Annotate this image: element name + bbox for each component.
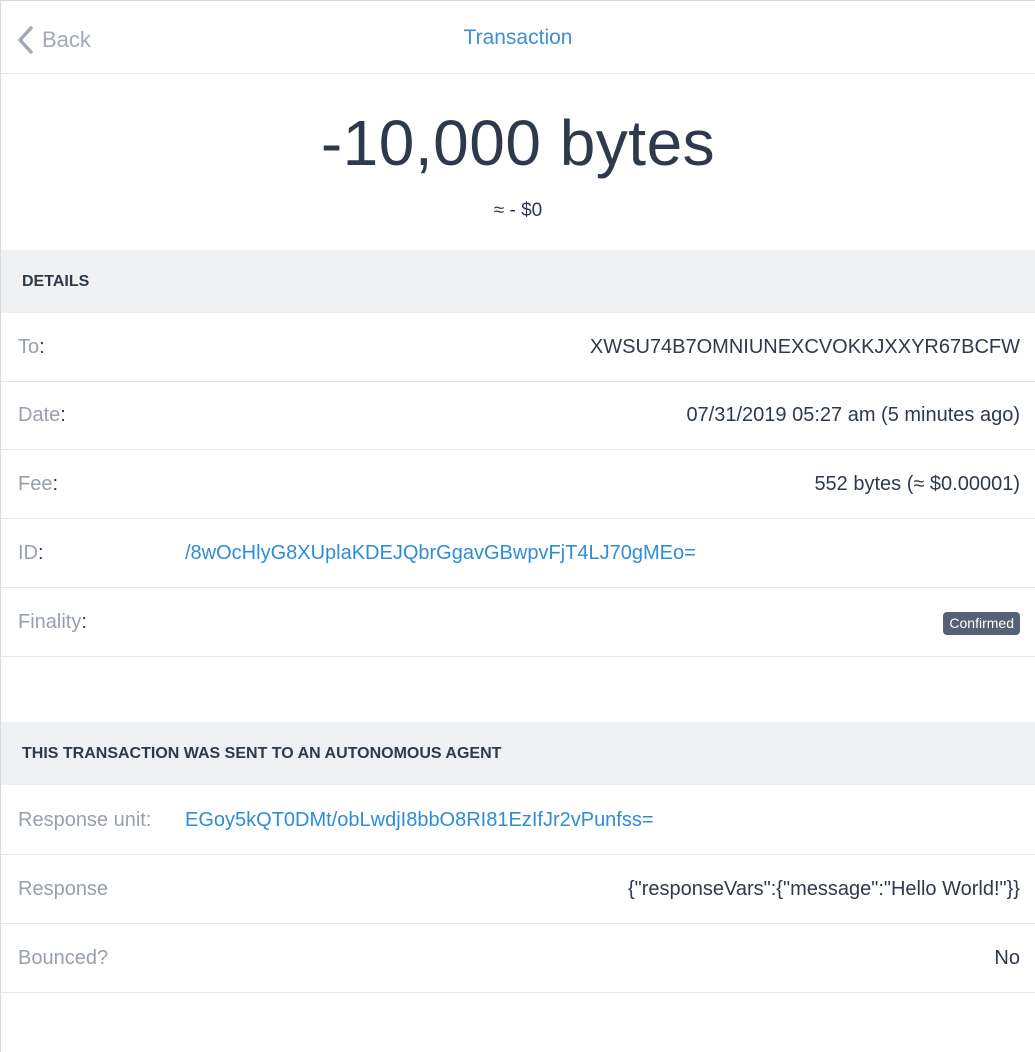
bounced-value: No [994, 947, 1020, 969]
details-row-id: ID: /8wOcHlyG8XUplaKDEJQbrGgavGBwpvFjT4L… [1, 520, 1035, 588]
agent-row-bounced: Bounced? No [1, 925, 1035, 993]
transaction-id-link[interactable]: /8wOcHlyG8XUplaKDEJQbrGgavGBwpvFjT4LJ70g… [185, 542, 696, 565]
bounced-label: Bounced? [18, 947, 109, 969]
response-unit-label: Response unit: [18, 809, 152, 831]
agent-section-title: THIS TRANSACTION WAS SENT TO AN AUTONOMO… [22, 744, 502, 762]
to-label: To: [18, 336, 45, 358]
details-row-fee: Fee: 552 bytes (≈ $0.00001) [1, 451, 1035, 519]
agent-row-response: Response {"responseVars":{"message":"Hel… [1, 856, 1035, 924]
id-label: ID: [18, 542, 44, 564]
top-bar: Back Transaction [1, 1, 1035, 74]
details-row-finality: Finality: Confirmed [1, 589, 1035, 657]
details-row-date: Date: 07/31/2019 05:27 am (5 minutes ago… [1, 382, 1035, 450]
response-unit-link[interactable]: EGoy5kQT0DMt/obLwdjI8bbO8RI81EzIfJr2vPun… [185, 809, 654, 832]
details-section-title: DETAILS [22, 272, 90, 290]
transaction-page: Back Transaction -10,000 bytes ≈ - $0 DE… [0, 0, 1035, 1052]
response-value: {"responseVars":{"message":"Hello World!… [627, 878, 1020, 900]
fee-value: 552 bytes (≈ $0.00001) [814, 473, 1020, 495]
details-section-header: DETAILS [1, 250, 1035, 313]
fiat-value: ≈ - $0 [493, 200, 543, 221]
details-row-to: To: XWSU74B7OMNIUNEXCVOKKJXXYR67BCFW [1, 314, 1035, 382]
agent-section-header: THIS TRANSACTION WAS SENT TO AN AUTONOMO… [1, 722, 1035, 785]
finality-status-badge: Confirmed [943, 612, 1020, 635]
date-label: Date: [18, 404, 66, 426]
fee-label: Fee: [18, 473, 59, 495]
page-title: Transaction [463, 26, 573, 49]
amount-value: -10,000 bytes [320, 107, 716, 179]
agent-row-response-unit: Response unit: EGoy5kQT0DMt/obLwdjI8bbO8… [1, 787, 1035, 855]
date-value: 07/31/2019 05:27 am (5 minutes ago) [686, 404, 1020, 426]
finality-label: Finality: [18, 611, 87, 633]
to-address: XWSU74B7OMNIUNEXCVOKKJXXYR67BCFW [589, 336, 1020, 358]
response-label: Response [18, 878, 109, 900]
